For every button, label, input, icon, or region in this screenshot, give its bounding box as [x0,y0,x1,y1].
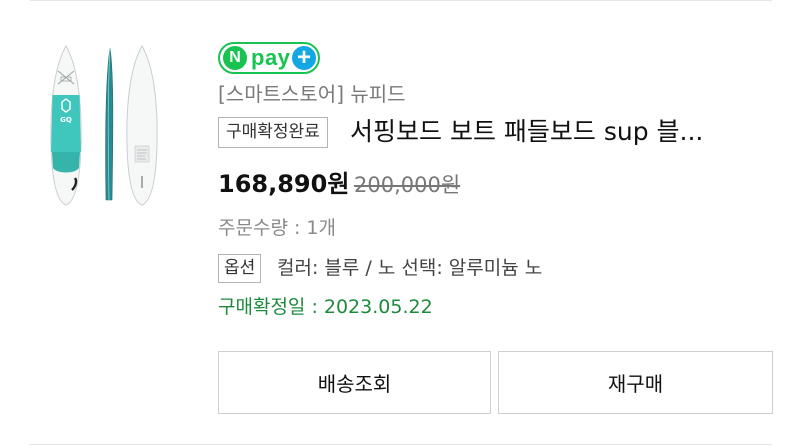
order-quantity: 주문수량 : 1개 [218,217,336,239]
board-logo-text: GQ [60,116,72,124]
npay-label: pay [251,45,291,70]
product-thumbnail-image[interactable]: GQ [42,40,174,210]
npay-plus-badge: N pay + [218,42,320,74]
product-name[interactable]: 서핑보드 보트 패들보드 sup 블... [350,113,703,151]
option-badge: 옵션 [218,254,262,283]
track-delivery-button[interactable]: 배송조회 [218,351,491,414]
top-divider [30,0,772,1]
store-name[interactable]: [스마트스토어] 뉴피드 [218,80,406,108]
option-details: 컬러: 블루 / 노 선택: 알루미늄 노 [277,257,543,279]
purchase-confirm-date: 구매확정일 : 2023.05.22 [218,296,433,318]
product-price: 168,890원 [218,170,350,198]
rebuy-button[interactable]: 재구매 [498,351,773,414]
npay-logo-icon: N [223,46,247,70]
bottom-divider [30,444,772,445]
order-status-badge: 구매확정완료 [218,117,328,148]
plus-icon: + [292,46,316,70]
original-price: 200,000원 [354,173,461,197]
